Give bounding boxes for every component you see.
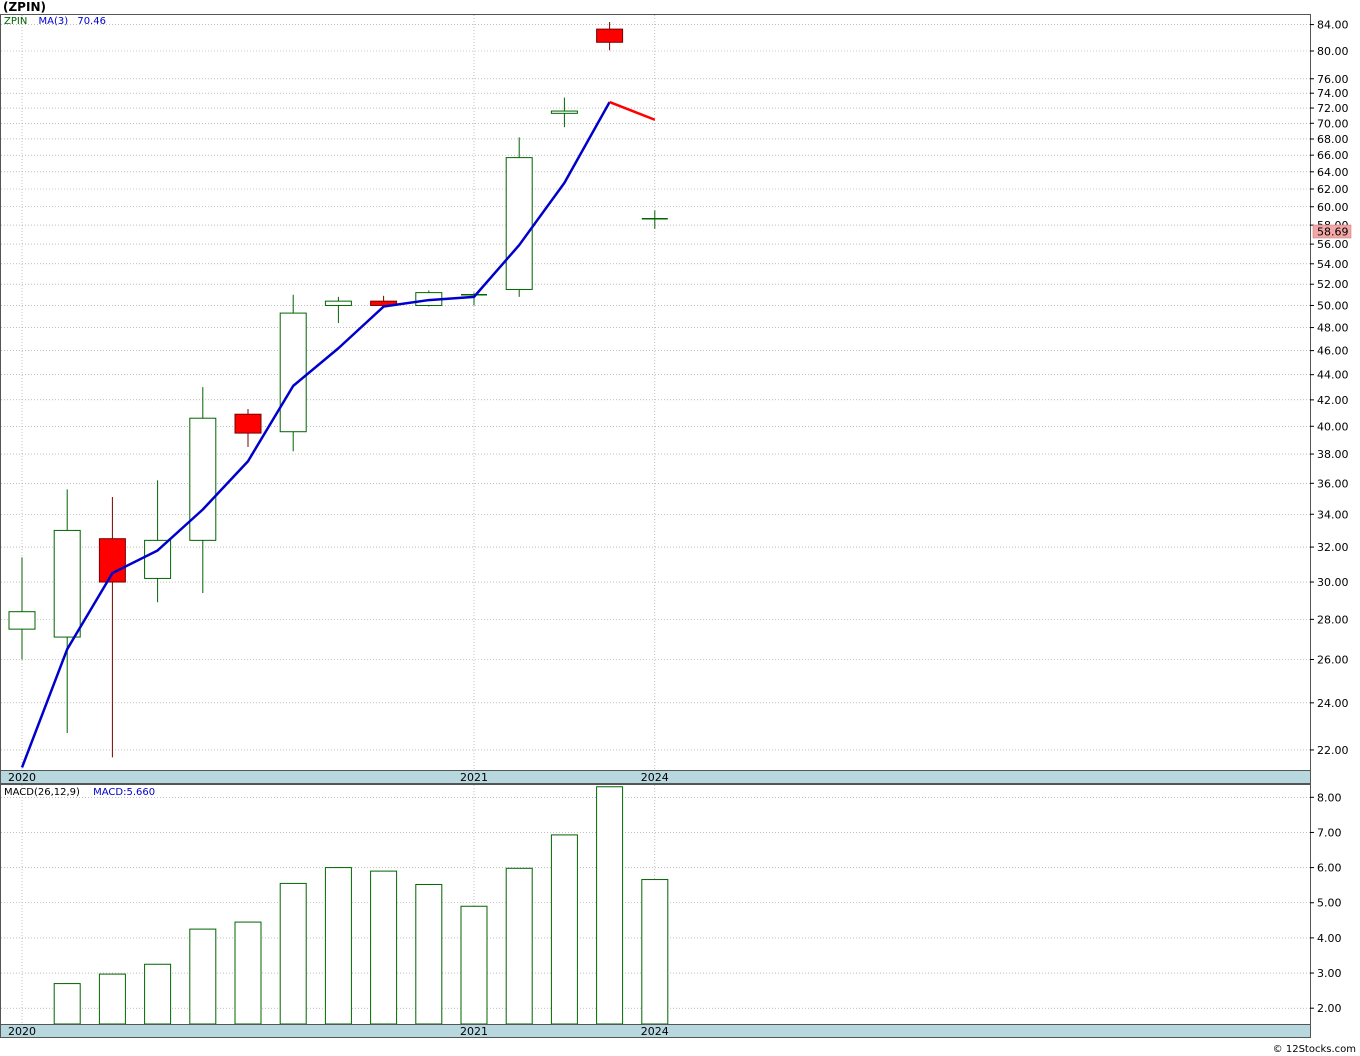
price-y-tick-label: 52.00 — [1317, 278, 1349, 291]
candle-body — [505, 157, 533, 290]
price-y-tick-label: 28.00 — [1317, 613, 1349, 626]
candle-body — [596, 28, 624, 43]
macd-y-tick-label: 7.00 — [1317, 826, 1342, 839]
price-y-tick-label: 62.00 — [1317, 183, 1349, 196]
price-y-tick-label: 54.00 — [1317, 258, 1349, 271]
macd-bar — [279, 882, 307, 1025]
macd-y-tick-label: 2.00 — [1317, 1002, 1342, 1015]
price-y-tick-label: 26.00 — [1317, 654, 1349, 667]
price-y-tick-label: 72.00 — [1317, 102, 1349, 115]
macd-legend-value: MACD:5.660 — [93, 787, 155, 798]
candle-body — [234, 413, 262, 434]
price-y-tick-label: 66.00 — [1317, 149, 1349, 162]
price-y-tick-label: 38.00 — [1317, 448, 1349, 461]
price-panel — [0, 14, 1311, 771]
price-y-tick-label: 70.00 — [1317, 117, 1349, 130]
price-y-tick-label: 74.00 — [1317, 87, 1349, 100]
price-y-tick-label: 22.00 — [1317, 744, 1349, 757]
macd-y-tick-label: 6.00 — [1317, 862, 1342, 875]
price-y-axis: 22.00 24.00 26.00 28.00 30.00 32.00 34.00 36.00… — [1310, 19, 1349, 757]
price-y-tick-label: 46.00 — [1317, 345, 1349, 358]
macd-x-label: 2021 — [460, 1025, 488, 1038]
price-y-tick-label: 80.00 — [1317, 45, 1349, 58]
svg-text:ZPIN MA(3) 70.46: ZPIN MA(3) 70.46 — [4, 16, 106, 27]
candle-body — [324, 300, 352, 306]
macd-y-tick-label: 8.00 — [1317, 791, 1342, 804]
macd-bar — [234, 921, 262, 1025]
macd-y-tick-label: 5.00 — [1317, 897, 1342, 910]
candle-body — [53, 529, 81, 638]
macd-bar — [189, 928, 217, 1025]
macd-bar — [550, 834, 578, 1025]
price-y-tick-label: 68.00 — [1317, 133, 1349, 146]
macd-bar — [505, 867, 533, 1025]
legend-ma-label: MA(3) — [39, 16, 69, 27]
last-price-label: 58.69 — [1317, 226, 1349, 239]
price-y-tick-label: 30.00 — [1317, 576, 1349, 589]
price-y-tick-label: 64.00 — [1317, 166, 1349, 179]
svg-text:MACD(26,12,9) MACD:5.660: MACD(26,12,9) MACD:5.660 — [4, 787, 155, 798]
price-y-tick-label: 84.00 — [1317, 19, 1349, 32]
price-y-tick-label: 42.00 — [1317, 394, 1349, 407]
last-price-badge: 58.69 — [1312, 224, 1352, 239]
candle-body — [550, 110, 578, 114]
macd-bar — [53, 983, 81, 1025]
macd-bar — [415, 883, 443, 1025]
price-y-tick-label: 36.00 — [1317, 477, 1349, 490]
price-x-label: 2020 — [8, 771, 36, 784]
candle-body — [279, 312, 307, 433]
candle-body — [144, 539, 172, 579]
macd-y-tick-label: 3.00 — [1317, 967, 1342, 980]
macd-bar — [370, 870, 398, 1025]
macd-bar — [144, 963, 172, 1025]
legend-ma-value: 70.46 — [77, 16, 106, 27]
macd-bar — [324, 867, 352, 1025]
price-x-label: 2024 — [641, 771, 669, 784]
price-y-tick-label: 40.00 — [1317, 420, 1349, 433]
price-y-tick-label: 60.00 — [1317, 201, 1349, 214]
copyright-footer: © 12Stocks.com — [1273, 1044, 1356, 1055]
price-y-tick-label: 34.00 — [1317, 508, 1349, 521]
price-y-tick-label: 48.00 — [1317, 322, 1349, 335]
macd-bar — [596, 786, 624, 1025]
macd-x-label: 2020 — [8, 1025, 36, 1038]
price-y-tick-label: 24.00 — [1317, 697, 1349, 710]
macd-bar — [98, 973, 126, 1025]
price-x-label: 2021 — [460, 771, 488, 784]
chart-title: (ZPIN) — [3, 0, 46, 14]
price-y-tick-label: 76.00 — [1317, 73, 1349, 86]
macd-legend-label: MACD(26,12,9) — [4, 787, 80, 798]
macd-bar — [460, 905, 488, 1025]
candle-body — [8, 611, 36, 630]
price-y-tick-label: 32.00 — [1317, 541, 1349, 554]
macd-bar — [641, 879, 669, 1025]
price-y-tick-label: 56.00 — [1317, 238, 1349, 251]
macd-x-label: 2024 — [641, 1025, 669, 1038]
candle-body — [189, 417, 217, 541]
price-y-tick-label: 44.00 — [1317, 369, 1349, 382]
price-y-tick-label: 50.00 — [1317, 299, 1349, 312]
legend-symbol: ZPIN — [4, 16, 27, 27]
candle — [505, 137, 533, 297]
candle — [279, 294, 307, 452]
chart-canvas: (ZPIN) ZPIN MA(3) 70.46 22.0024.0026.002… — [0, 0, 1356, 1055]
candle-body — [98, 538, 126, 583]
macd-y-axis: 2.00 3.00 4.00 5.00 6.00 7.00 8.00 — [1310, 791, 1342, 1015]
macd-y-tick-label: 4.00 — [1317, 932, 1342, 945]
